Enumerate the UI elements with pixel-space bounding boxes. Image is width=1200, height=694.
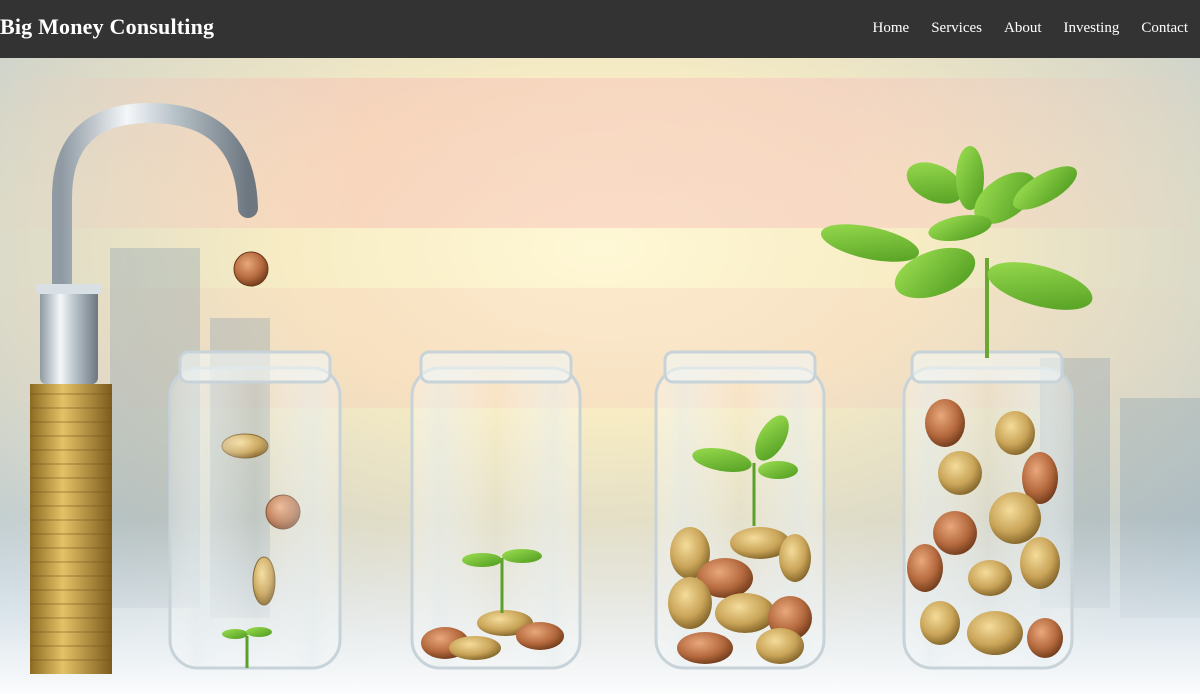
nav-menu: Home Services About Investing Contact <box>873 20 1188 37</box>
jar-1 <box>168 350 342 670</box>
nav-link-services[interactable]: Services <box>931 20 982 37</box>
nav-link-about[interactable]: About <box>1004 20 1042 37</box>
brand-logo-text[interactable]: Big Money Consulting <box>0 14 214 40</box>
nav-link-home[interactable]: Home <box>873 20 910 37</box>
hero-banner <box>0 58 1200 694</box>
nav-link-investing[interactable]: Investing <box>1064 20 1120 37</box>
gold-coin-stack <box>30 384 112 674</box>
top-navbar: Big Money Consulting Home Services About… <box>0 0 1200 58</box>
nav-link-contact[interactable]: Contact <box>1141 20 1188 37</box>
jar-3 <box>654 350 826 670</box>
hero-illustration <box>0 58 1200 694</box>
jar-2 <box>410 350 582 670</box>
